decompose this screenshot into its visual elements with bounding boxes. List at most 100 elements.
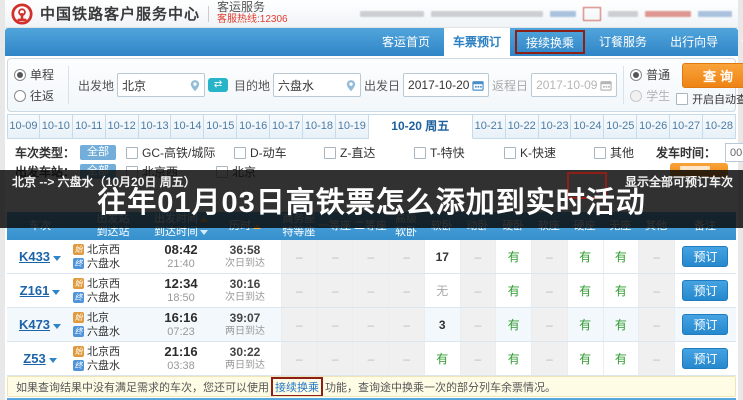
date-tab-active[interactable]: 10-20 周五 xyxy=(369,114,473,139)
tip-text: 功能，查询途中换乘一次的部分列车余票情况。 xyxy=(325,379,556,395)
nav-tab-transfer[interactable]: 接续换乘 xyxy=(515,30,585,54)
seat-cell: – xyxy=(531,274,567,307)
date-tab[interactable]: 10-11 xyxy=(73,114,106,139)
return-date-input[interactable]: 2017-10-09 xyxy=(531,73,617,97)
seat-cell: 有 xyxy=(424,342,460,375)
duration-cell: 30:22 两日到达 xyxy=(209,342,281,375)
train-type-all-badge[interactable]: 全部 xyxy=(80,145,116,160)
to-station-input[interactable]: 六盘水 xyxy=(273,73,361,97)
seat-cell: – xyxy=(531,342,567,375)
date-tab[interactable]: 10-09 xyxy=(7,114,40,139)
auto-query-checkbox[interactable]: 开启自动查询 xyxy=(676,91,743,107)
date-tab[interactable]: 10-22 xyxy=(506,114,539,139)
date-tab[interactable]: 10-19 xyxy=(336,114,369,139)
swap-stations-icon[interactable]: ⇄ xyxy=(208,78,228,92)
radio-student[interactable]: 学生 xyxy=(630,87,674,104)
start-station-icon: 始 xyxy=(73,312,84,323)
radio-adult[interactable]: 普通 xyxy=(630,66,674,83)
filter-type-k[interactable]: K-快速 xyxy=(504,144,594,161)
depart-time-group: 发车时间： 00:00–24:00 xyxy=(656,143,743,162)
nav-tab-booking[interactable]: 车票预订 xyxy=(444,28,510,56)
train-cell: Z161 xyxy=(7,274,73,307)
end-station-icon: 终 xyxy=(73,258,84,269)
seat-cell: – xyxy=(352,308,388,341)
date-tab[interactable]: 10-12 xyxy=(106,114,139,139)
date-tab[interactable]: 10-21 xyxy=(473,114,506,139)
date-tab[interactable]: 10-27 xyxy=(670,114,703,139)
book-button[interactable]: 预订 xyxy=(682,246,728,267)
checkbox-icon xyxy=(126,147,138,159)
filter-type-z[interactable]: Z-直达 xyxy=(324,144,414,161)
filter-type-label: K-快速 xyxy=(520,144,556,161)
book-button[interactable]: 预订 xyxy=(682,348,728,369)
depart-time-value: 00:00–24:00 xyxy=(730,147,743,159)
train-link[interactable]: K473 xyxy=(19,317,50,332)
arrive-day: 次日到达 xyxy=(209,291,281,305)
end-station-icon: 终 xyxy=(73,292,84,303)
duration-cell: 36:58 次日到达 xyxy=(209,240,281,273)
route-summary: 北京 --> 六盘水（10月20日 周五） xyxy=(12,173,196,190)
nav-tab-travel-guide[interactable]: 出行向导 xyxy=(661,28,727,56)
date-tab[interactable]: 10-10 xyxy=(40,114,73,139)
seat-cell: – xyxy=(460,308,496,341)
date-tab[interactable]: 10-16 xyxy=(237,114,270,139)
nav-tab-dining[interactable]: 订餐服务 xyxy=(590,28,656,56)
to-label: 目的地 xyxy=(234,77,270,94)
seat-cell: – xyxy=(317,342,353,375)
date-tab[interactable]: 10-25 xyxy=(604,114,637,139)
checkbox-icon xyxy=(234,147,246,159)
train-link[interactable]: K433 xyxy=(19,249,50,264)
filter-type-gc[interactable]: GC-高铁/城际 xyxy=(126,144,234,161)
service-block: 客运服务 客服热线:12306 xyxy=(217,2,288,25)
query-button[interactable]: 查询 xyxy=(682,63,743,88)
train-link[interactable]: Z53 xyxy=(23,351,45,366)
seat-cell: – xyxy=(638,240,674,273)
filter-type-t[interactable]: T-特快 xyxy=(414,144,504,161)
seat-cell: – xyxy=(388,274,424,307)
expand-caret-icon[interactable] xyxy=(49,358,57,363)
depart-station: 北京西 xyxy=(87,345,120,359)
filter-type-d[interactable]: D-动车 xyxy=(234,144,324,161)
date-tab[interactable]: 10-18 xyxy=(303,114,336,139)
seat-cell: 无 xyxy=(424,274,460,307)
seat-cell: – xyxy=(317,274,353,307)
nav-tab-home[interactable]: 客运首页 xyxy=(373,28,439,56)
show-all-trains-link[interactable]: 显示全部可预订车次 xyxy=(625,173,733,190)
date-tab[interactable]: 10-23 xyxy=(539,114,572,139)
seat-cell: – xyxy=(388,240,424,273)
filter-type-other[interactable]: 其他 xyxy=(594,144,656,161)
table-row: K473 始北京 终六盘水 16:16 07:23 39:07 两日到达 – –… xyxy=(7,308,736,342)
calendar-icon xyxy=(600,80,612,91)
date-tab[interactable]: 10-28 xyxy=(703,114,736,139)
seat-cell: – xyxy=(352,240,388,273)
brand-title: 中国铁路客户服务中心 xyxy=(40,3,200,24)
date-tab[interactable]: 10-15 xyxy=(204,114,237,139)
date-tab[interactable]: 10-14 xyxy=(171,114,204,139)
date-tab[interactable]: 10-17 xyxy=(270,114,303,139)
radio-single-trip[interactable]: 单程 xyxy=(14,66,62,83)
from-station-input[interactable]: 北京 xyxy=(117,73,205,97)
book-button[interactable]: 预订 xyxy=(682,314,728,335)
return-date-value: 2017-10-09 xyxy=(536,78,597,92)
times-cell: 08:42 21:40 xyxy=(153,240,209,273)
seat-cell: – xyxy=(460,342,496,375)
expand-caret-icon[interactable] xyxy=(53,256,61,261)
nav-tab-information[interactable]: 信息服务 xyxy=(732,28,743,56)
date-tab[interactable]: 10-13 xyxy=(139,114,172,139)
train-link[interactable]: Z161 xyxy=(20,283,50,298)
duration: 30:22 xyxy=(209,345,281,359)
depart-date-input[interactable]: 2017-10-20 xyxy=(403,73,489,97)
depart-time-select[interactable]: 00:00–24:00 xyxy=(725,143,743,162)
book-button[interactable]: 预订 xyxy=(682,280,728,301)
expand-caret-icon[interactable] xyxy=(53,324,61,329)
date-tab[interactable]: 10-26 xyxy=(637,114,670,139)
date-tab[interactable]: 10-24 xyxy=(571,114,604,139)
blurred-text-bar xyxy=(608,11,638,17)
arrive-time: 03:38 xyxy=(153,359,209,373)
transfer-link[interactable]: 接续换乘 xyxy=(271,377,323,397)
start-station-icon: 始 xyxy=(73,346,84,357)
depart-station: 北京西 xyxy=(87,243,120,257)
radio-round-trip[interactable]: 往返 xyxy=(14,87,62,104)
seat-cell: 有 xyxy=(567,308,603,341)
expand-caret-icon[interactable] xyxy=(52,290,60,295)
